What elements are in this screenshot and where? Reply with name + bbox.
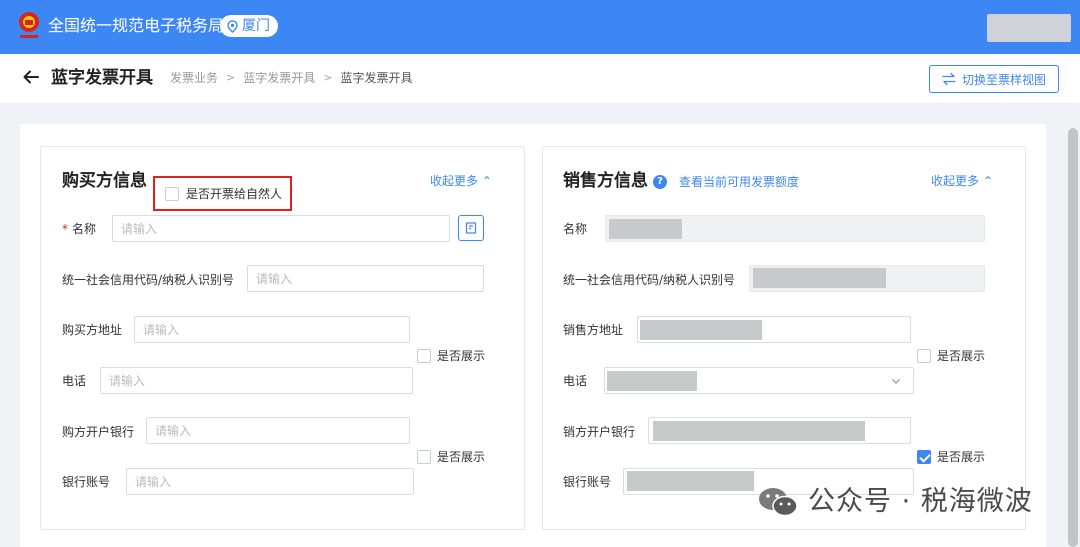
buyer-info-title: 购买方信息 xyxy=(62,171,147,191)
buyer-account-input[interactable] xyxy=(126,468,414,495)
swap-arrows-icon xyxy=(942,72,956,86)
natural-person-label: 是否开票给自然人 xyxy=(186,186,283,201)
page-header: 蓝字发票开具 发票业务 > 蓝字发票开具 > 蓝字发票开具 切换至票样视图 xyxy=(0,54,1080,104)
buyer-tax-id-label: 统一社会信用代码/纳税人识别号 xyxy=(62,273,235,287)
city-name: 厦门 xyxy=(242,18,270,34)
chevron-up-icon: ⌃ xyxy=(481,174,492,188)
page-title: 蓝字发票开具 xyxy=(51,68,153,88)
seller-address-label: 销售方地址 xyxy=(563,323,624,337)
breadcrumb-item-current: 蓝字发票开具 xyxy=(340,71,413,85)
breadcrumb-item-invoice-business[interactable]: 发票业务 xyxy=(170,69,218,87)
watermark-text: 公众号 · 税海微波 xyxy=(808,486,1033,517)
seller-bank-redacted xyxy=(653,421,865,441)
buyer-show-address-label: 是否展示 xyxy=(437,349,486,363)
top-bar: 全国统一规范电子税务局 厦门 xyxy=(0,0,1080,54)
seller-name-redacted xyxy=(609,219,682,239)
breadcrumb-separator-icon: > xyxy=(323,71,333,84)
seller-phone-label: 电话 xyxy=(563,374,588,388)
seller-info-title: 销售方信息 xyxy=(563,171,648,191)
buyer-account-label: 银行账号 xyxy=(62,475,111,489)
contact-book-icon xyxy=(465,222,477,234)
back-arrow-icon[interactable] xyxy=(22,68,40,86)
city-selector[interactable]: 厦门 xyxy=(220,15,278,37)
seller-address-redacted xyxy=(640,320,762,340)
breadcrumb: 发票业务 > 蓝字发票开具 > 蓝字发票开具 xyxy=(170,69,412,87)
seller-tax-id-label: 统一社会信用代码/纳税人识别号 xyxy=(563,273,736,287)
seller-show-address-label: 是否展示 xyxy=(937,349,986,363)
vertical-scrollbar-thumb[interactable] xyxy=(1068,128,1078,547)
buyer-phone-input[interactable] xyxy=(100,367,413,394)
required-mark: * xyxy=(62,222,68,236)
buyer-address-book-button[interactable] xyxy=(458,215,484,241)
buyer-tax-id-input[interactable] xyxy=(247,265,484,292)
buyer-show-bank-toggle[interactable]: 是否展示 xyxy=(417,449,485,465)
buyer-address-input[interactable] xyxy=(134,316,410,343)
buyer-bank-input[interactable] xyxy=(146,417,410,444)
seller-name-label: 名称 xyxy=(563,222,588,236)
natural-person-option-highlight[interactable]: 是否开票给自然人 xyxy=(153,176,292,211)
buyer-show-bank-checkbox[interactable] xyxy=(417,450,431,464)
buyer-show-bank-label: 是否展示 xyxy=(437,450,486,464)
location-pin-icon xyxy=(227,19,238,33)
switch-to-sample-view-button[interactable]: 切换至票样视图 xyxy=(929,65,1059,93)
switch-view-label: 切换至票样视图 xyxy=(961,72,1046,87)
seller-show-bank-checkbox[interactable] xyxy=(917,450,931,464)
wechat-logo-icon xyxy=(759,488,798,517)
seller-show-bank-toggle[interactable]: 是否展示 xyxy=(917,449,985,465)
buyer-collapse-link[interactable]: 收起更多 ⌃ xyxy=(430,173,492,189)
natural-person-checkbox[interactable] xyxy=(165,186,179,201)
breadcrumb-item-blue-invoice[interactable]: 蓝字发票开具 xyxy=(243,69,315,87)
national-emblem-icon xyxy=(19,12,39,38)
seller-show-bank-label: 是否展示 xyxy=(937,450,986,464)
wechat-watermark: 公众号 · 税海微波 xyxy=(756,484,1033,520)
seller-info-card: 销售方信息 ? 查看当前可用发票额度 收起更多 ⌃ 名称 统一社会信用代码/纳税… xyxy=(542,146,1026,530)
seller-account-label: 银行账号 xyxy=(563,475,612,489)
view-invoice-quota-link[interactable]: 查看当前可用发票额度 xyxy=(679,174,799,190)
buyer-name-input[interactable] xyxy=(112,215,450,242)
user-account-area[interactable] xyxy=(987,14,1071,42)
buyer-show-address-toggle[interactable]: 是否展示 xyxy=(417,348,485,364)
buyer-address-label: 购买方地址 xyxy=(62,323,123,337)
buyer-bank-label: 购方开户银行 xyxy=(62,425,135,439)
buyer-phone-label: 电话 xyxy=(62,374,87,388)
chevron-down-icon xyxy=(892,379,900,384)
site-title: 全国统一规范电子税务局 xyxy=(48,16,225,35)
buyer-info-card: 购买方信息 是否开票给自然人 收起更多 ⌃ *名称 统一社会信用代码/纳税人识别… xyxy=(40,146,525,530)
seller-account-redacted xyxy=(627,471,754,491)
seller-collapse-link[interactable]: 收起更多 ⌃ xyxy=(931,173,993,189)
chevron-up-icon: ⌃ xyxy=(982,174,993,188)
help-question-icon[interactable]: ? xyxy=(653,175,667,189)
seller-bank-label: 销方开户银行 xyxy=(563,425,636,439)
buyer-show-address-checkbox[interactable] xyxy=(417,349,431,363)
seller-show-address-toggle[interactable]: 是否展示 xyxy=(917,348,985,364)
breadcrumb-separator-icon: > xyxy=(226,71,236,84)
buyer-name-label: * 名称 xyxy=(62,222,97,236)
seller-show-address-checkbox[interactable] xyxy=(917,349,931,363)
seller-tax-id-redacted xyxy=(753,268,886,288)
seller-phone-redacted xyxy=(607,371,697,391)
